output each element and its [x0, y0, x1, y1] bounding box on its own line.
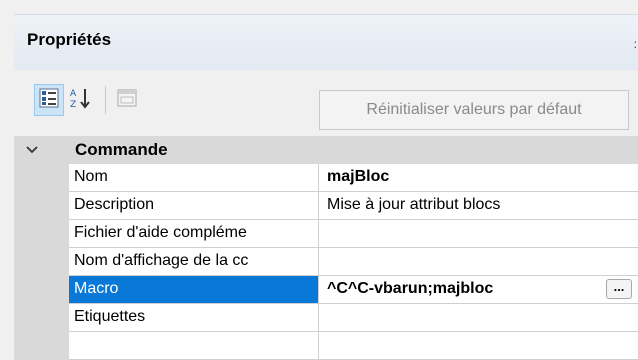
property-row-macro[interactable]: Macro ^C^C-vbarun;majbloc ...: [14, 276, 638, 304]
property-value[interactable]: [319, 248, 638, 276]
row-gutter: [14, 304, 69, 332]
properties-panel-header: Propriétés :: [0, 0, 638, 76]
property-row-empty: [14, 332, 638, 360]
property-row-etiquettes[interactable]: Etiquettes: [14, 304, 638, 332]
row-gutter: [14, 248, 69, 276]
property-name[interactable]: Fichier d'aide compléme: [69, 220, 319, 248]
chevron-down-icon[interactable]: [24, 142, 40, 158]
property-value[interactable]: ^C^C-vbarun;majbloc: [327, 280, 493, 297]
row-gutter: [14, 164, 69, 192]
row-gutter: [14, 332, 69, 360]
panel-title-bar: Propriétés :: [14, 14, 638, 70]
property-name[interactable]: Macro: [69, 276, 319, 304]
property-value[interactable]: [319, 220, 638, 248]
property-row-nom[interactable]: Nom majBloc: [14, 164, 638, 192]
row-gutter: [14, 276, 69, 304]
property-value[interactable]: [319, 304, 638, 332]
property-value[interactable]: Mise à jour attribut blocs: [319, 192, 638, 220]
property-grid: Commande Nom majBloc Description Mise à …: [14, 136, 638, 360]
svg-text:A: A: [70, 89, 77, 99]
property-name[interactable]: Nom: [69, 164, 319, 192]
properties-toolbar: A Z Réinitialiser valeurs par défaut: [14, 76, 638, 134]
property-row-description[interactable]: Description Mise à jour attribut blocs: [14, 192, 638, 220]
panel-title-edge-mark: :: [633, 37, 637, 51]
property-value-empty: [319, 332, 638, 360]
property-row-help-file[interactable]: Fichier d'aide compléme: [14, 220, 638, 248]
category-label: Commande: [75, 140, 168, 159]
toolbar-separator: [105, 86, 106, 114]
svg-text:Z: Z: [70, 100, 76, 110]
categorized-view-button[interactable]: [34, 84, 64, 116]
category-row-commande[interactable]: Commande: [14, 136, 638, 164]
property-value[interactable]: majBloc: [319, 164, 638, 192]
row-gutter: [14, 220, 69, 248]
property-pages-button[interactable]: [112, 84, 142, 116]
property-pages-icon: [116, 87, 138, 114]
property-row-display-name[interactable]: Nom d'affichage de la cc: [14, 248, 638, 276]
property-name[interactable]: Etiquettes: [69, 304, 319, 332]
property-value-cell[interactable]: ^C^C-vbarun;majbloc ...: [319, 276, 638, 304]
row-gutter: [14, 192, 69, 220]
property-name[interactable]: Nom d'affichage de la cc: [69, 248, 319, 276]
property-name-empty: [69, 332, 319, 360]
macro-browse-button[interactable]: ...: [606, 279, 632, 299]
panel-title: Propriétés: [27, 30, 112, 49]
categorized-view-icon: [39, 88, 59, 113]
sort-alphabetical-button[interactable]: A Z: [66, 84, 96, 116]
reset-defaults-button[interactable]: Réinitialiser valeurs par défaut: [319, 90, 629, 130]
sort-alphabetical-icon: A Z: [69, 86, 93, 115]
property-name[interactable]: Description: [69, 192, 319, 220]
